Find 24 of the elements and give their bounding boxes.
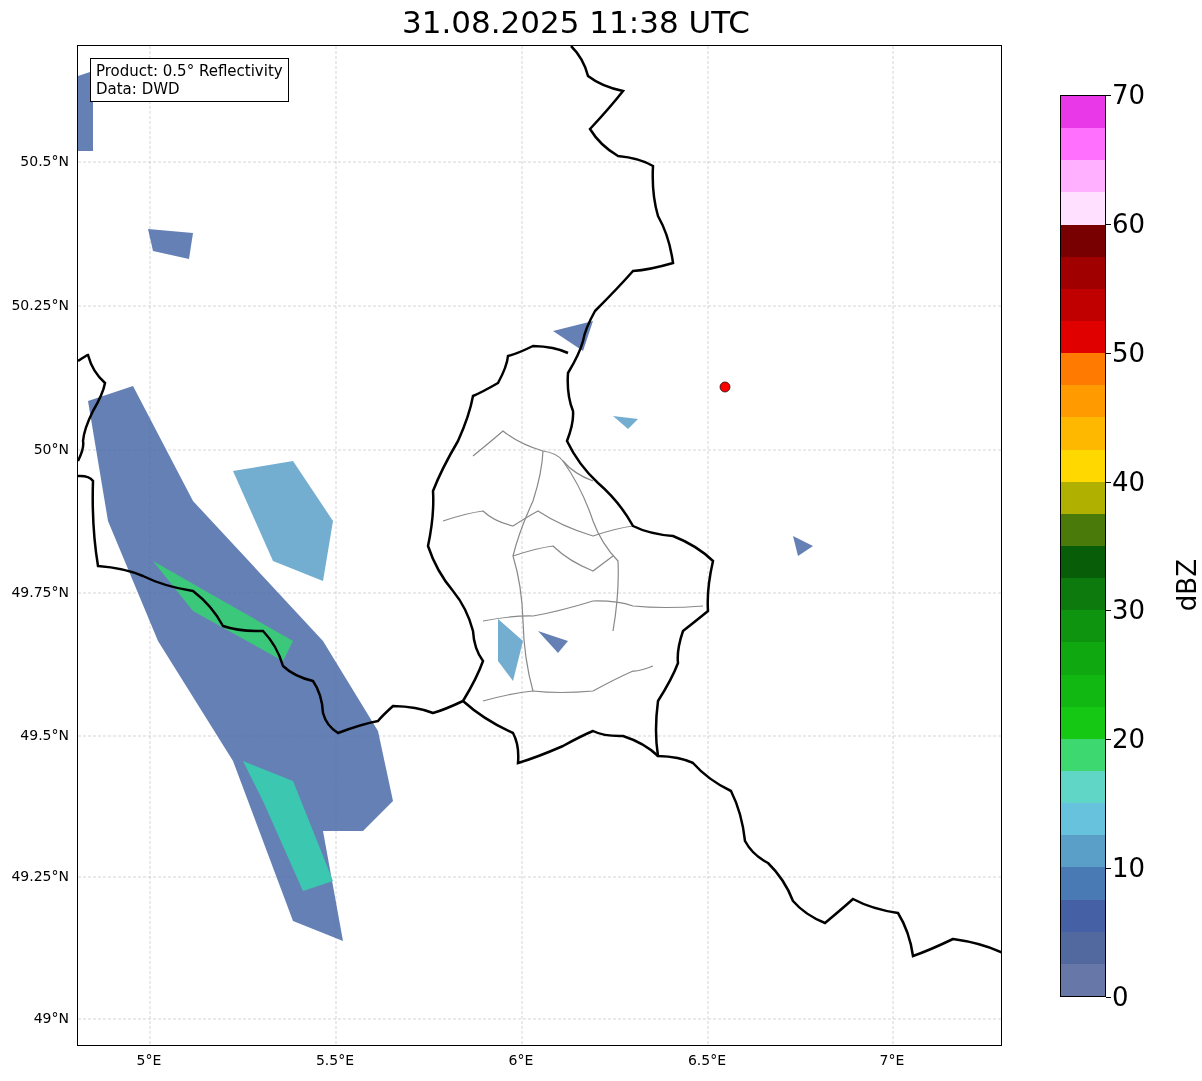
latitude-label: 50.25°N <box>11 297 69 313</box>
latitude-label: 49°N <box>33 1010 69 1026</box>
colorbar-tick-label: 70 <box>1112 81 1146 109</box>
longitude-label: 6.5°E <box>687 1052 727 1068</box>
info-text: Product: 0.5° Reflectivity <box>96 62 283 80</box>
latitude-label: 50°N <box>33 441 69 457</box>
longitude-label: 7°E <box>879 1052 905 1068</box>
latitude-label: 49.5°N <box>20 727 69 743</box>
colorbar-tick-label: 60 <box>1112 209 1146 238</box>
longitude-label: 5°E <box>136 1052 162 1068</box>
colorbar-tick-label: 0 <box>1112 983 1129 1011</box>
longitude-label: 6°E <box>508 1052 534 1068</box>
latitude-label: 50.5°N <box>20 153 69 169</box>
colorbar-label: dBZ <box>1172 559 1202 612</box>
colorbar-tick-label: 20 <box>1112 725 1146 754</box>
latitude-label: 49.25°N <box>11 868 69 884</box>
info-text: Data: DWD <box>96 80 181 98</box>
colorbar-tick-label: 10 <box>1112 854 1146 883</box>
colorbar-tick-label: 50 <box>1112 338 1146 367</box>
colorbar-tick-label: 30 <box>1112 596 1146 625</box>
chart-title: 31.08.2025 11:38 UTC <box>402 3 750 42</box>
colorbar-tick-label: 40 <box>1112 467 1146 496</box>
longitude-label: 5.5°E <box>315 1052 355 1068</box>
latitude-label: 49.75°N <box>11 584 69 600</box>
